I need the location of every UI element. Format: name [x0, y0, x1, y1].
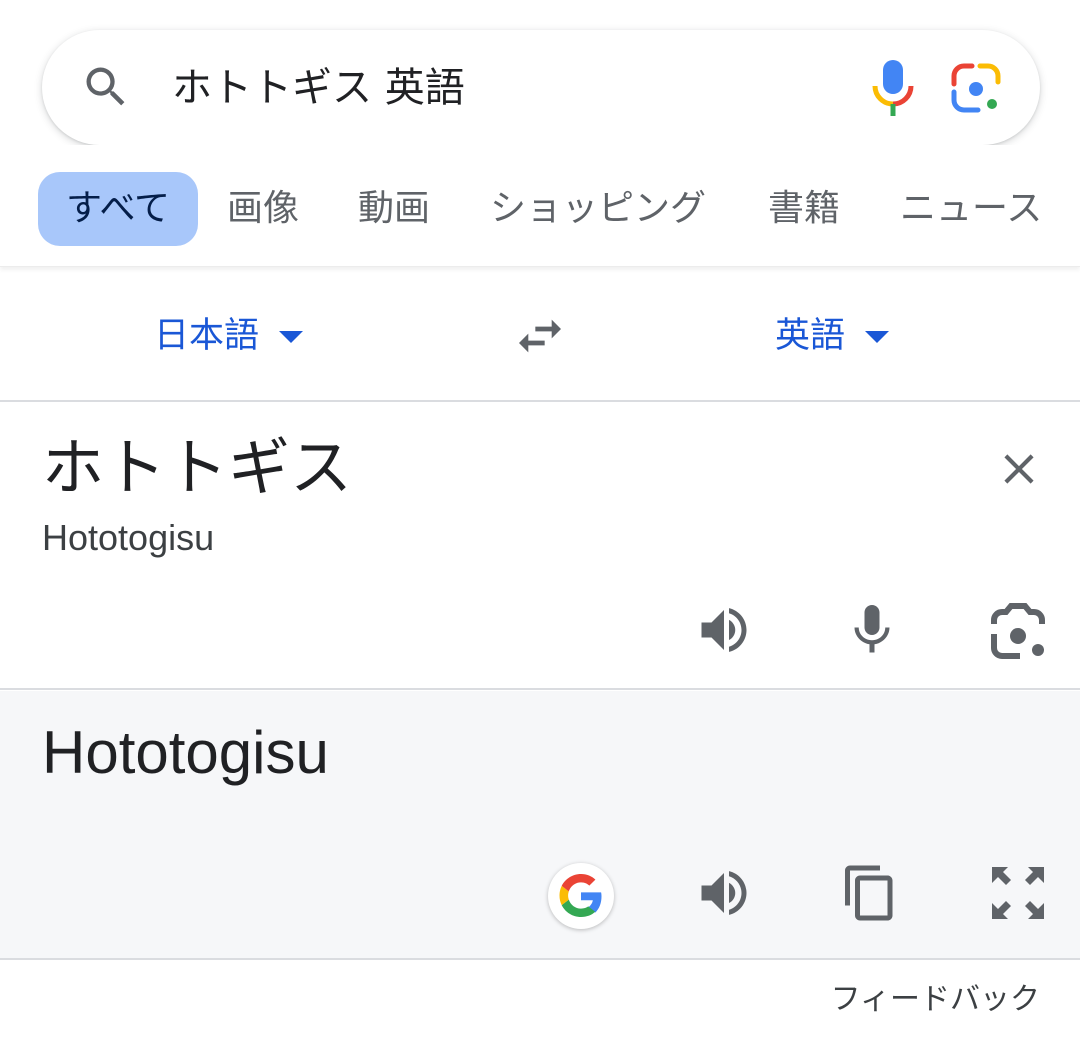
voice-search-mic-icon[interactable] — [868, 58, 918, 118]
search-box[interactable]: ホトトギス 英語 — [42, 30, 1040, 145]
source-language-select[interactable]: 日本語 — [154, 308, 304, 364]
clear-icon[interactable] — [994, 444, 1044, 494]
tab-videos[interactable]: 動画 — [358, 172, 430, 246]
language-selector-row: 日本語 英語 — [0, 268, 1080, 402]
tab-news[interactable]: ニュース — [900, 172, 1042, 246]
target-language-label: 英語 — [775, 316, 846, 356]
tab-shopping[interactable]: ショッピング — [490, 172, 706, 246]
target-language-select[interactable]: 英語 — [775, 308, 890, 364]
translated-text: Hototogisu — [42, 719, 329, 786]
dropdown-caret-icon — [279, 331, 304, 343]
tab-images[interactable]: 画像 — [227, 172, 299, 246]
target-speaker-icon[interactable] — [694, 863, 754, 923]
google-lens-icon[interactable] — [950, 62, 1002, 114]
fullscreen-icon[interactable] — [988, 863, 1048, 923]
feedback-link[interactable]: フィードバック — [831, 980, 1040, 1020]
tab-all[interactable]: すべて — [38, 172, 199, 246]
search-input[interactable]: ホトトギス 英語 — [172, 58, 465, 118]
search-tabs: すべて 画像 動画 ショッピング 書籍 ニュース — [0, 145, 1080, 267]
search-header: ホトトギス 英語 — [0, 0, 1080, 145]
google-logo-icon — [559, 874, 602, 917]
source-speaker-icon[interactable] — [694, 600, 754, 660]
swap-languages-icon[interactable] — [512, 308, 568, 364]
dropdown-caret-icon — [865, 331, 890, 343]
copy-icon[interactable] — [840, 861, 900, 925]
camera-icon[interactable] — [986, 602, 1050, 662]
source-text-panel: ホトトギス Hototogisu — [0, 404, 1080, 690]
google-logo-button[interactable] — [548, 863, 614, 929]
source-language-label: 日本語 — [154, 316, 260, 356]
tab-books[interactable]: 書籍 — [768, 172, 840, 246]
source-text-input[interactable]: ホトトギス — [42, 428, 352, 508]
source-romanization: Hototogisu — [42, 517, 215, 558]
source-mic-icon[interactable] — [842, 600, 902, 660]
search-icon[interactable] — [80, 61, 132, 113]
translation-result-panel: Hototogisu — [0, 691, 1080, 960]
